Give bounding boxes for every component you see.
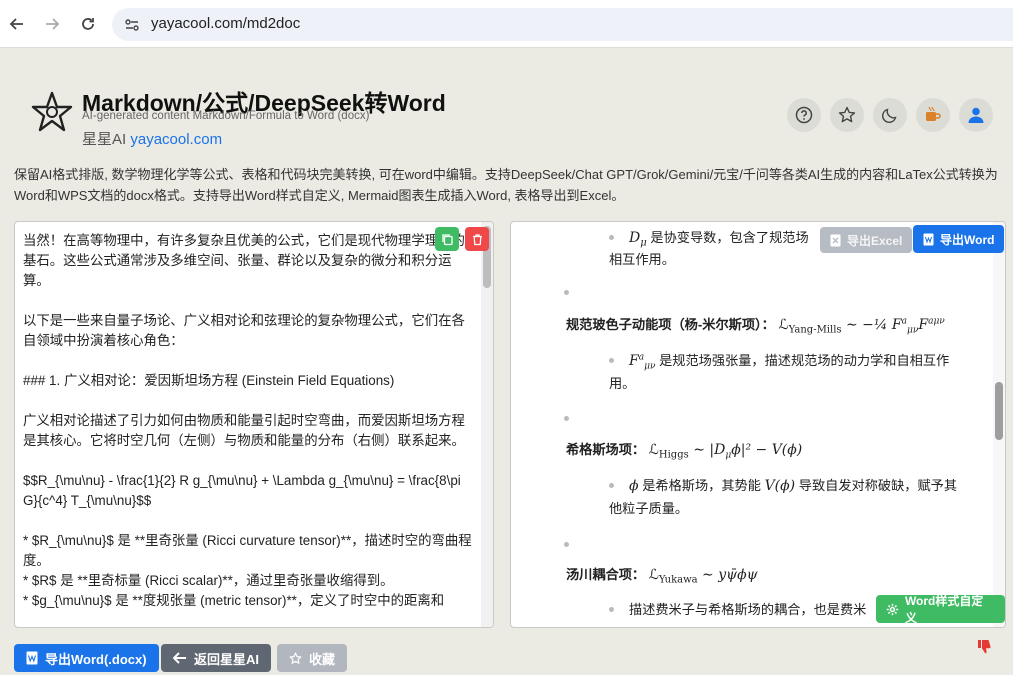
site-settings-icon[interactable] (120, 13, 144, 37)
thumbs-up-icon[interactable] (980, 596, 994, 611)
preview-scroll-thumb[interactable] (995, 382, 1003, 440)
list-bullet (564, 290, 569, 295)
heading-yukawa: 汤川耦合项： ℒYukawa ∼ yψ̄ϕψ (566, 567, 758, 586)
back-icon[interactable] (5, 12, 29, 36)
list-bullet (609, 607, 614, 612)
arrow-left-icon (173, 652, 186, 664)
list-item: ϕ 是希格斯场，其势能 V(ϕ) 导致自发对称破缺，赋予其 (629, 478, 958, 494)
star-outline-icon (289, 652, 302, 664)
url-text[interactable]: yayacool.com/md2doc (151, 15, 300, 32)
page-subtitle: AI-generated content Markdown/Formula to… (82, 110, 370, 122)
export-excel-button[interactable]: 导出Excel (820, 227, 913, 253)
markdown-editor[interactable]: 当然！在高等物理中，有许多复杂且优美的公式，它们是现代物理学理论的基石。这些公式… (23, 231, 473, 611)
thumbs-down-icon[interactable] (975, 638, 993, 656)
logo-star-icon (30, 90, 74, 134)
brand-name: 星星AI (82, 131, 127, 148)
markdown-editor-panel[interactable]: 当然！在高等物理中，有许多复杂且优美的公式，它们是现代物理学理论的基石。这些公式… (14, 221, 494, 628)
header-icon-bar (787, 98, 993, 132)
excel-file-icon (830, 234, 841, 246)
page-description: 保留AI格式排版, 数学物理化学等公式、表格和代码块完美转换, 可在word中编… (14, 167, 998, 203)
word-file-icon (923, 233, 934, 245)
list-item-cont: 相互作用。 (609, 252, 675, 267)
preview-scrollbar[interactable] (993, 222, 1005, 627)
export-word-button[interactable]: 导出Word (913, 225, 1005, 253)
export-docx-button[interactable]: 导出Word(.docx) (14, 644, 159, 672)
trash-icon[interactable] (465, 227, 489, 251)
list-item: Faμν 是规范场强张量，描述规范场的动力学和自相互作 (629, 352, 950, 372)
list-bullet (564, 542, 569, 547)
editor-scrollbar[interactable] (481, 222, 493, 627)
coffee-icon[interactable] (916, 98, 950, 132)
preview-content: Dμ 是协变导数，包含了规范场 相互作用。 规范玻色子动能项（杨-米尔斯项）： … (511, 222, 995, 627)
reload-icon[interactable] (76, 12, 100, 36)
copy-icon[interactable] (435, 227, 459, 251)
list-item-cont: 他粒子质量。 (609, 501, 689, 516)
favorite-button[interactable]: 收藏 (277, 644, 348, 672)
brand-link[interactable]: yayacool.com (130, 131, 222, 148)
back-to-xingxing-button[interactable]: 返回星星AI (161, 644, 272, 672)
list-item: 描述费米子与希格斯场的耦合，也是费米 (629, 602, 867, 617)
list-bullet (609, 235, 614, 240)
heading-higgs: 希格斯场项： ℒHiggs ∼ |Dμϕ|² − V(ϕ) (566, 442, 803, 461)
heading-yang-mills: 规范玻色子动能项（杨-米尔斯项）： ℒYang-Mills ∼ −¼ FaμνF… (566, 316, 945, 336)
list-item: Dμ 是协变导数，包含了规范场 (629, 230, 809, 249)
address-bar[interactable]: yayacool.com/md2doc (112, 8, 1013, 41)
browser-toolbar: yayacool.com/md2doc (0, 0, 1013, 48)
list-bullet (609, 483, 614, 488)
star-icon[interactable] (830, 98, 864, 132)
gear-icon (886, 603, 899, 615)
word-preview-panel: Dμ 是协变导数，包含了规范场 相互作用。 规范玻色子动能项（杨-米尔斯项）： … (510, 221, 1006, 628)
list-bullet (564, 416, 569, 421)
moon-icon[interactable] (873, 98, 907, 132)
help-icon[interactable] (787, 98, 821, 132)
forward-icon[interactable] (40, 12, 64, 36)
list-bullet (609, 358, 614, 363)
user-icon[interactable] (959, 98, 993, 132)
list-item-cont: 用。 (609, 376, 636, 391)
brand-line: 星星AI yayacool.com (82, 128, 222, 149)
word-file-icon (26, 651, 38, 665)
